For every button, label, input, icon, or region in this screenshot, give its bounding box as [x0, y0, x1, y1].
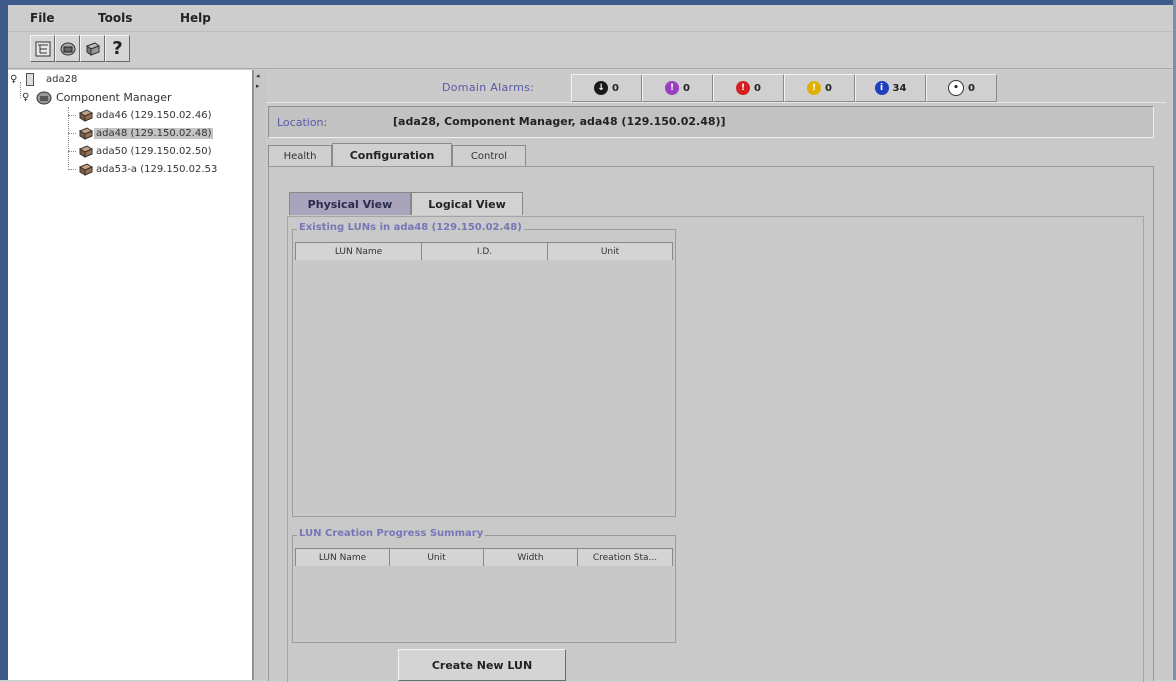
- storage-device-icon: [78, 163, 94, 176]
- split-pane-divider[interactable]: ◂ ▸: [253, 70, 267, 680]
- tree-connector: [68, 151, 76, 152]
- component-manager-icon: [36, 91, 52, 104]
- tree-node-device[interactable]: ada46 (129.150.02.46): [68, 108, 213, 123]
- column-header-width[interactable]: Width: [484, 549, 578, 566]
- column-header-unit[interactable]: Unit: [548, 243, 672, 260]
- major-alarm-icon: !: [736, 81, 751, 95]
- details-pane: Domain Alarms: ↓ 0! 0! 0! 0 i 34 • 0 Location: […: [266, 70, 1173, 682]
- tree-label: ada50 (129.150.02.50): [96, 146, 212, 157]
- tree-label: ada28: [46, 74, 78, 85]
- tree-connector: [68, 133, 76, 134]
- domain-icon: [60, 42, 75, 55]
- column-header-id[interactable]: I.D.: [422, 243, 548, 260]
- tree-node-manager[interactable]: ♀ Component Manager: [22, 90, 174, 105]
- menu-bar: File Tools Help: [8, 5, 1173, 32]
- existing-luns-table-body[interactable]: [295, 260, 673, 514]
- tree-view-icon: [35, 41, 50, 56]
- alarm-count-4[interactable]: i 34: [855, 74, 926, 102]
- alarm-count-value: 0: [754, 82, 761, 94]
- tab-control[interactable]: Control: [452, 145, 526, 167]
- create-new-lun-button[interactable]: Create New LUN: [398, 649, 566, 681]
- storage-device-icon: [78, 109, 94, 122]
- host-icon: [26, 73, 34, 86]
- critical-alarm-icon: !: [665, 81, 680, 95]
- server-button[interactable]: [80, 35, 105, 62]
- progress-table-header: LUN Name Unit Width Creation Sta...: [295, 548, 673, 567]
- alarm-count-1[interactable]: ! 0: [642, 74, 713, 102]
- server-icon: [85, 41, 100, 56]
- down-alarm-icon: ↓: [594, 81, 609, 95]
- domain-alarms-label: Domain Alarms:: [442, 81, 535, 94]
- tab-health[interactable]: Health: [268, 145, 332, 167]
- tree-node-device[interactable]: ada53-a (129.150.02.53: [68, 162, 219, 177]
- existing-luns-group: Existing LUNs in ada48 (129.150.02.48) L…: [292, 222, 676, 517]
- tree-connector: [68, 115, 76, 116]
- expand-key-icon[interactable]: ♀: [22, 92, 36, 103]
- configuration-panel: Physical View Logical View Existing LUNs…: [268, 166, 1154, 682]
- menu-file[interactable]: File: [30, 11, 55, 25]
- tree-node-device[interactable]: ada50 (129.150.02.50): [68, 144, 213, 159]
- menu-help[interactable]: Help: [180, 11, 211, 25]
- domain-alarms-bar: Domain Alarms: ↓ 0! 0! 0! 0 i 34 • 0: [266, 72, 1166, 103]
- tree-connector: [68, 107, 69, 167]
- existing-luns-table-header: LUN Name I.D. Unit: [295, 242, 673, 261]
- toolbar: ?: [8, 32, 1173, 69]
- column-header-lun-name[interactable]: LUN Name: [296, 243, 422, 260]
- expand-right-icon[interactable]: ▸: [256, 82, 260, 90]
- existing-luns-title: Existing LUNs in ada48 (129.150.02.48): [297, 222, 524, 233]
- alarm-count-value: 0: [683, 82, 690, 94]
- domain-button[interactable]: [55, 35, 80, 62]
- window-frame-left: [0, 0, 8, 680]
- expand-key-icon[interactable]: ♀: [10, 74, 26, 85]
- progress-table-body[interactable]: [295, 566, 673, 640]
- tree-label: ada48 (129.150.02.48): [94, 128, 214, 139]
- progress-summary-title: LUN Creation Progress Summary: [297, 528, 486, 539]
- location-label: Location:: [277, 116, 328, 129]
- column-header-creation-status[interactable]: Creation Sta...: [578, 549, 672, 566]
- help-button[interactable]: ?: [105, 35, 130, 62]
- subtab-logical-view[interactable]: Logical View: [411, 192, 523, 215]
- tree-label: ada46 (129.150.02.46): [96, 110, 212, 121]
- alarm-count-value: 0: [968, 82, 975, 94]
- storage-device-icon: [78, 127, 94, 140]
- alarm-count-0[interactable]: ↓ 0: [571, 74, 642, 102]
- tree-node-root[interactable]: ♀ ada28: [10, 72, 79, 87]
- info-alarm-icon: i: [874, 81, 889, 95]
- progress-summary-group: LUN Creation Progress Summary LUN Name U…: [292, 528, 676, 643]
- tree-node-device-selected[interactable]: ada48 (129.150.02.48): [68, 126, 214, 141]
- column-header-lun-name[interactable]: LUN Name: [296, 549, 390, 566]
- location-value: [ada28, Component Manager, ada48 (129.15…: [393, 115, 726, 128]
- tree-label: ada53-a (129.150.02.53: [96, 164, 218, 175]
- collapse-left-icon[interactable]: ◂: [256, 72, 260, 80]
- tree-connector: [68, 169, 76, 170]
- tree-view-button[interactable]: [30, 35, 55, 62]
- tree-label: Component Manager: [56, 91, 172, 104]
- subtab-physical-view[interactable]: Physical View: [289, 192, 411, 215]
- alarm-count-value: 34: [892, 82, 907, 94]
- unknown-alarm-icon: •: [948, 80, 965, 96]
- help-icon: ?: [112, 38, 123, 59]
- location-bar: Location: [ada28, Component Manager, ada…: [268, 106, 1154, 138]
- alarm-count-2[interactable]: ! 0: [713, 74, 784, 102]
- minor-alarm-icon: !: [807, 81, 822, 95]
- physical-view-panel: Existing LUNs in ada48 (129.150.02.48) L…: [287, 216, 1144, 682]
- component-tree: ♀ ada28 ♀ Component Manager ada46 (129.1…: [8, 70, 253, 680]
- alarm-count-5[interactable]: • 0: [926, 74, 997, 102]
- alarm-count-3[interactable]: ! 0: [784, 74, 855, 102]
- alarm-count-value: 0: [612, 82, 619, 94]
- alarm-count-value: 0: [825, 82, 832, 94]
- tab-configuration[interactable]: Configuration: [332, 143, 452, 167]
- column-header-unit[interactable]: Unit: [390, 549, 484, 566]
- storage-device-icon: [78, 145, 94, 158]
- menu-tools[interactable]: Tools: [98, 11, 132, 25]
